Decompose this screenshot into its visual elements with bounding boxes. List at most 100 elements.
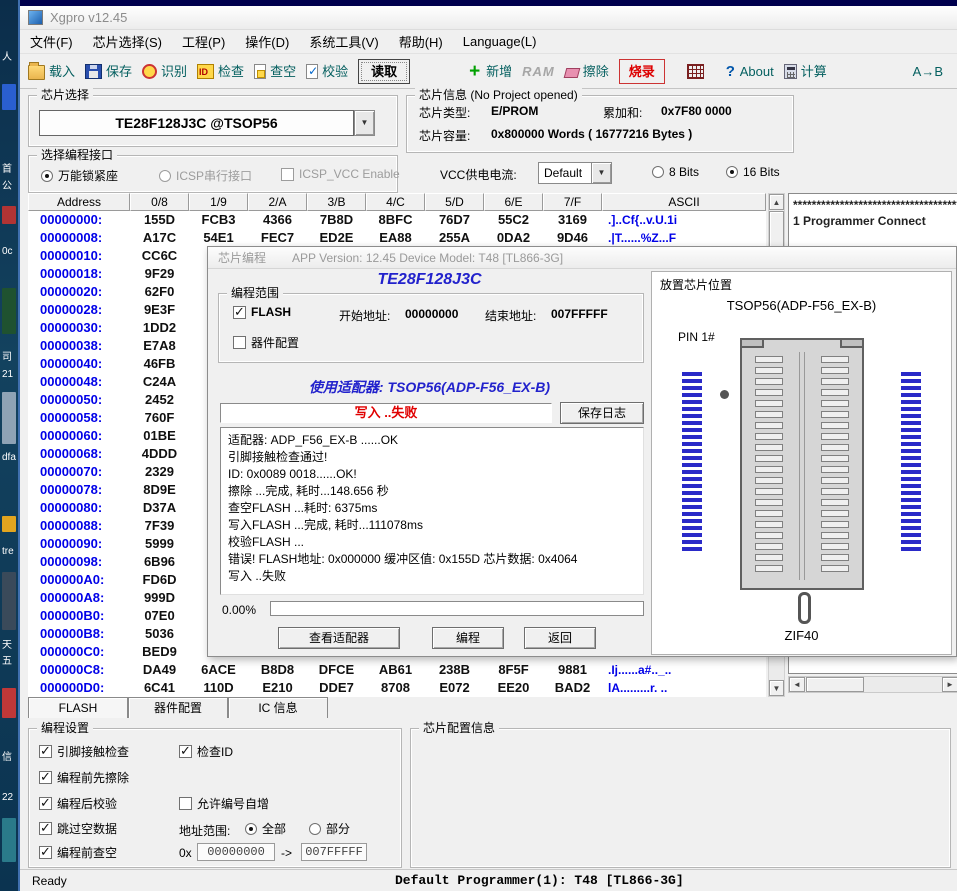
flash-checkbox[interactable]: FLASH <box>233 305 291 319</box>
hex-cell[interactable]: 01BE <box>130 427 189 445</box>
range-to-field[interactable]: 007FFFFF <box>301 843 367 861</box>
hex-cell[interactable]: 07E0 <box>130 607 189 625</box>
hex-cell[interactable]: DA49 <box>130 661 189 679</box>
hex-cell[interactable]: 46FB <box>130 355 189 373</box>
hex-cell[interactable]: 8BFC <box>366 211 425 229</box>
hex-cell[interactable]: E072 <box>425 679 484 697</box>
hex-cell[interactable]: ED2E <box>307 229 366 247</box>
hex-ascii[interactable]: .|T......%Z...F <box>602 229 766 247</box>
erase-before-program-checkbox[interactable]: 编程前先擦除 <box>39 769 129 786</box>
range-part-radio[interactable]: 部分 <box>309 820 350 837</box>
burn-button[interactable]: 烧录 <box>619 59 665 84</box>
hex-cell[interactable]: BAD2 <box>543 679 602 697</box>
vcc-current-select[interactable]: Default ▼ <box>538 162 612 184</box>
hex-cell[interactable]: 6ACE <box>189 661 248 679</box>
bits-16-radio[interactable]: 16 Bits <box>726 165 780 179</box>
hex-cell[interactable]: DDE7 <box>307 679 366 697</box>
hex-column-header-4[interactable]: 3/B <box>307 193 366 211</box>
icsp-vcc-checkbox[interactable]: ICSP_VCC Enable <box>281 167 400 181</box>
menu-item-6[interactable]: Language(L) <box>463 34 537 49</box>
scroll-up-icon[interactable]: ▲ <box>769 194 784 210</box>
hex-cell[interactable]: C24A <box>130 373 189 391</box>
hex-cell[interactable]: 8D9E <box>130 481 189 499</box>
hex-cell[interactable]: FCB3 <box>189 211 248 229</box>
hex-cell[interactable]: EE20 <box>484 679 543 697</box>
hex-cell[interactable]: AB61 <box>366 661 425 679</box>
erase-button[interactable]: 擦除 <box>565 64 609 79</box>
icsp-port-radio[interactable]: ICSP串行接口 <box>159 167 252 184</box>
load-button[interactable]: 载入 <box>28 63 75 80</box>
chevron-down-icon[interactable]: ▼ <box>591 162 612 184</box>
hex-column-header-8[interactable]: 7/F <box>543 193 602 211</box>
auto-serial-number-checkbox[interactable]: 允许编号自增 <box>179 795 269 812</box>
view-adapter-button[interactable]: 查看适配器 <box>278 627 400 649</box>
hex-cell[interactable]: E7A8 <box>130 337 189 355</box>
about-button[interactable]: About <box>726 64 774 79</box>
hex-cell[interactable]: 9E3F <box>130 301 189 319</box>
menu-item-1[interactable]: 芯片选择(S) <box>93 32 162 51</box>
hex-cell[interactable]: 7B8D <box>307 211 366 229</box>
hex-column-header-6[interactable]: 5/D <box>425 193 484 211</box>
hex-cell[interactable]: 238B <box>425 661 484 679</box>
hex-cell[interactable]: D37A <box>130 499 189 517</box>
hex-cell[interactable]: 6C41 <box>130 679 189 697</box>
hex-cell[interactable]: 6B96 <box>130 553 189 571</box>
menu-item-3[interactable]: 操作(D) <box>245 32 289 51</box>
program-button[interactable]: 编程 <box>432 627 504 649</box>
hex-cell[interactable]: 5999 <box>130 535 189 553</box>
dialog-title-bar[interactable]: 芯片编程 APP Version: 12.45 Device Model: T4… <box>208 247 956 269</box>
hex-cell[interactable]: A17C <box>130 229 189 247</box>
hex-cell[interactable]: 999D <box>130 589 189 607</box>
chevron-down-icon[interactable]: ▼ <box>354 110 375 136</box>
hex-cell[interactable]: 55C2 <box>484 211 543 229</box>
auto-identify-button[interactable]: 识别 <box>142 64 187 79</box>
hex-cell[interactable]: 8F5F <box>484 661 543 679</box>
verify-button[interactable]: 校验 <box>306 64 348 79</box>
hex-cell[interactable]: FEC7 <box>248 229 307 247</box>
back-button[interactable]: 返回 <box>524 627 596 649</box>
hex-cell[interactable]: E210 <box>248 679 307 697</box>
hex-column-header-1[interactable]: 0/8 <box>130 193 189 211</box>
hex-cell[interactable]: 54E1 <box>189 229 248 247</box>
pin-contact-check-checkbox[interactable]: 引脚接触检查 <box>39 743 129 760</box>
bits-8-radio[interactable]: 8 Bits <box>652 165 699 179</box>
socket-radio[interactable]: 万能锁紧座 <box>41 167 118 184</box>
hex-cell[interactable]: 110D <box>189 679 248 697</box>
hex-cell[interactable]: 1DD2 <box>130 319 189 337</box>
hex-cell[interactable]: 5036 <box>130 625 189 643</box>
menu-item-2[interactable]: 工程(P) <box>182 32 225 51</box>
hex-cell[interactable]: 0DA2 <box>484 229 543 247</box>
hex-cell[interactable]: FD6D <box>130 571 189 589</box>
hex-column-header-9[interactable]: ASCII <box>602 193 766 211</box>
check-id-checkbox[interactable]: 检查ID <box>179 743 233 760</box>
hex-cell[interactable]: CC6C <box>130 247 189 265</box>
id-check-button[interactable]: 检查 <box>197 64 244 79</box>
menu-item-5[interactable]: 帮助(H) <box>399 32 443 51</box>
hex-cell[interactable]: 9881 <box>543 661 602 679</box>
blank-check-before-program-checkbox[interactable]: 编程前查空 <box>39 844 117 861</box>
scroll-right-icon[interactable]: ► <box>942 677 957 692</box>
hex-cell[interactable]: 76D7 <box>425 211 484 229</box>
hex-cell[interactable]: 155D <box>130 211 189 229</box>
save-log-button[interactable]: 保存日志 <box>560 402 644 424</box>
hex-cell[interactable]: 760F <box>130 409 189 427</box>
hex-cell[interactable]: 9D46 <box>543 229 602 247</box>
hex-column-header-3[interactable]: 2/A <box>248 193 307 211</box>
scroll-down-icon[interactable]: ▼ <box>769 680 784 696</box>
menu-item-4[interactable]: 系统工具(V) <box>309 32 378 51</box>
hex-cell[interactable]: EA88 <box>366 229 425 247</box>
hex-cell[interactable]: 4366 <box>248 211 307 229</box>
horizontal-scrollbar[interactable]: ◄ ► <box>788 676 957 693</box>
convert-button[interactable]: A→B <box>909 64 943 79</box>
hex-cell[interactable]: BED9 <box>130 643 189 661</box>
hex-cell[interactable]: B8D8 <box>248 661 307 679</box>
hex-cell[interactable]: 9F29 <box>130 265 189 283</box>
chip-select-combobox[interactable]: TE28F128J3C @TSOP56 ▼ <box>39 110 375 136</box>
hex-cell[interactable]: 8708 <box>366 679 425 697</box>
hex-ascii[interactable]: lA.........r. .. <box>602 679 766 697</box>
verify-after-program-checkbox[interactable]: 编程后校验 <box>39 795 117 812</box>
hex-cell[interactable]: 2329 <box>130 463 189 481</box>
read-button[interactable]: 读取 <box>358 59 410 84</box>
hex-column-header-7[interactable]: 6/E <box>484 193 543 211</box>
calc-button[interactable]: 计算 <box>784 64 827 79</box>
